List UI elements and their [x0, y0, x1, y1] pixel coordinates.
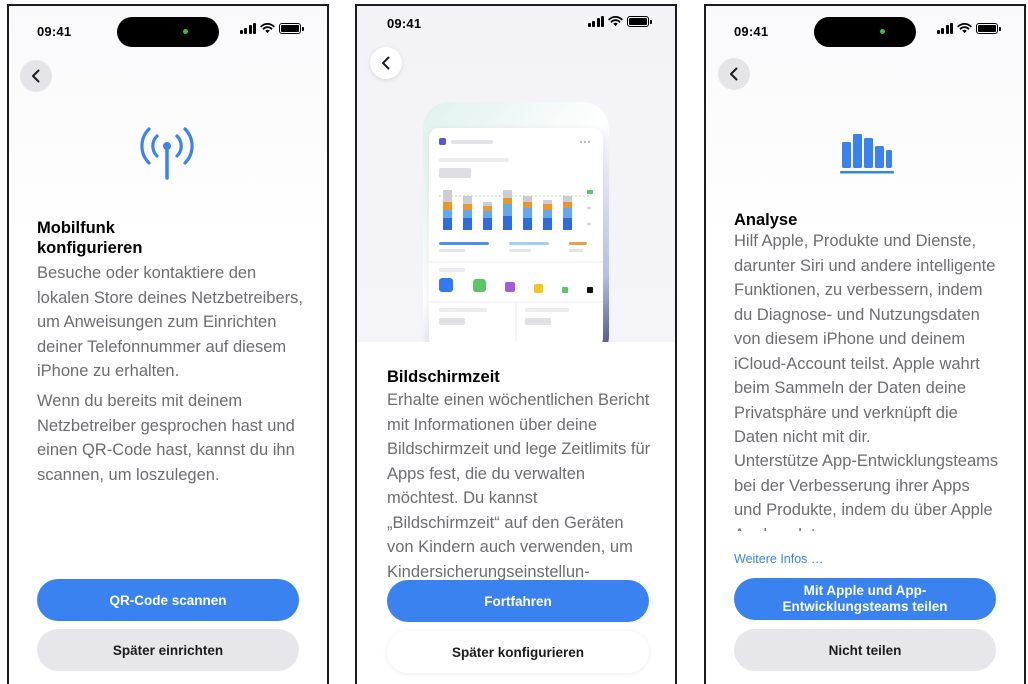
hero-illustration	[357, 6, 675, 362]
phone-screen-analyse: 09:41 Analyse Hilf Apple, Produkte und D…	[704, 4, 1026, 684]
chevron-left-icon	[32, 69, 40, 83]
screen-time-illustration	[423, 102, 609, 362]
chart-bar-icon	[840, 134, 894, 174]
wifi-icon	[957, 22, 972, 34]
phone-screen-bildschirmzeit: 09:41 Bildschirmzeit Erhalte einen wöche…	[355, 4, 677, 684]
description-text-2: Unterstütze App-Entwicklungsteams bei de…	[734, 452, 999, 531]
wifi-icon	[608, 15, 623, 27]
back-button[interactable]	[20, 60, 52, 92]
back-button[interactable]	[718, 58, 750, 90]
wifi-icon	[260, 22, 275, 34]
status-time: 09:41	[734, 24, 769, 39]
usage-card-illustration	[429, 128, 603, 348]
cellular-signal-icon	[239, 22, 256, 34]
phone-screen-mobilfunk: 09:41 Mobilfunk konfigurieren Besuche od…	[7, 4, 329, 684]
camera-indicator-dot	[880, 29, 885, 34]
scan-qr-code-button[interactable]: QR-Code scannen	[37, 579, 299, 621]
camera-indicator-dot	[183, 29, 188, 34]
chevron-left-icon	[730, 67, 738, 81]
usage-chart-illustration	[429, 138, 603, 348]
system-icons	[239, 22, 304, 34]
configure-later-button[interactable]: Später konfigurieren	[387, 631, 649, 673]
description-text: Erhalte einen wöchentlichen Bericht mit …	[387, 391, 651, 581]
status-time: 09:41	[387, 16, 422, 31]
description-text: Hilf Apple, Produkte und Dienste, darunt…	[734, 232, 996, 446]
page-title: Bildschirmzeit	[387, 368, 500, 386]
continue-button[interactable]: Fortfahren	[387, 580, 649, 622]
battery-icon	[627, 15, 652, 27]
dynamic-island	[117, 17, 219, 47]
learn-more-link[interactable]: Weitere Infos …	[734, 552, 823, 566]
back-button[interactable]	[370, 47, 402, 79]
share-with-apple-and-developers-button[interactable]: Mit Apple und App-Entwicklungsteams teil…	[734, 578, 996, 620]
system-icons	[936, 22, 1001, 34]
set-up-later-button[interactable]: Später einrichten	[37, 629, 299, 671]
status-bar: 09:41	[9, 6, 327, 54]
dont-share-button[interactable]: Nicht teilen	[734, 629, 996, 671]
description-text-2: Wenn du bereits mit deinem Netzbetreiber…	[37, 392, 295, 484]
chevron-left-icon	[382, 56, 390, 70]
antenna-radiowaves-icon	[140, 127, 194, 180]
battery-icon	[279, 22, 304, 34]
description-text: Besuche oder kontaktiere den lokalen Sto…	[37, 264, 303, 380]
page-title: Mobilfunk konfigurieren	[37, 219, 143, 257]
status-bar: 09:41	[706, 6, 1024, 54]
cellular-signal-icon	[587, 15, 604, 27]
system-icons	[587, 15, 652, 27]
cellular-signal-icon	[936, 22, 953, 34]
page-title: Analyse	[734, 211, 798, 229]
dynamic-island	[814, 17, 916, 47]
status-bar: 09:41	[357, 6, 675, 54]
battery-icon	[976, 22, 1001, 34]
status-time: 09:41	[37, 24, 72, 39]
